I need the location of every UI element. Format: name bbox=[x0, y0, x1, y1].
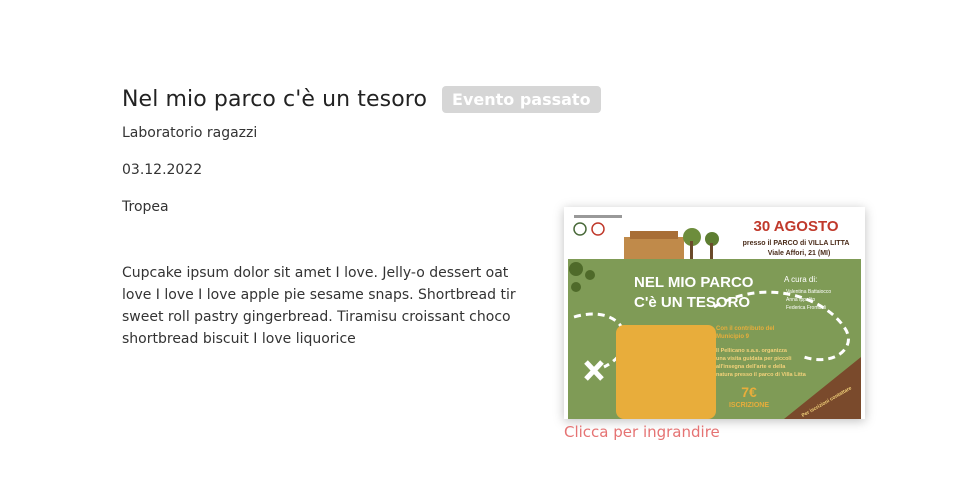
poster-price-label: ISCRIZIONE bbox=[729, 402, 769, 409]
description-line: shortbread biscuit I love liquorice bbox=[122, 331, 356, 347]
description-line: Cupcake ipsum dolor sit amet I love. Jel… bbox=[122, 265, 509, 281]
poster-organizer: natura presso il parco di Villa Litta bbox=[716, 372, 807, 378]
poster-date: 30 AGOSTO bbox=[753, 218, 838, 235]
poster-curator: Valentina Battaiocco bbox=[786, 289, 831, 295]
event-date: 03.12.2022 bbox=[122, 162, 203, 178]
event-title: Nel mio parco c'è un tesoro bbox=[122, 87, 428, 112]
description-line: sweet roll pastry gingerbread. Tiramisu … bbox=[122, 309, 511, 325]
poster-image: 30 AGOSTO presso il PARCO di VILLA LITTA… bbox=[564, 207, 865, 419]
poster-curator: Anna Ippolito bbox=[786, 297, 815, 303]
poster-contrib-2: Municipio 9 bbox=[716, 334, 750, 340]
poster-venue: presso il PARCO di VILLA LITTA bbox=[743, 240, 850, 247]
poster-curated-by: A cura di: bbox=[784, 275, 817, 284]
poster-contrib-1: Con il contributo del bbox=[716, 326, 775, 332]
event-location: Tropea bbox=[122, 199, 169, 215]
poster-title-1: NEL MIO PARCO bbox=[634, 274, 754, 291]
enlarge-link[interactable]: Clicca per ingrandire bbox=[564, 423, 720, 441]
poster-price: 7€ bbox=[741, 384, 757, 400]
poster-curator: Federica Frombali bbox=[786, 305, 826, 311]
event-poster[interactable]: 30 AGOSTO presso il PARCO di VILLA LITTA… bbox=[564, 207, 865, 419]
poster-organizer: all'insegna dell'arte e della bbox=[716, 364, 786, 370]
event-header: Nel mio parco c'è un tesoro Evento passa… bbox=[122, 86, 601, 113]
poster-title-2: C'è UN TESORO bbox=[634, 294, 750, 311]
description-line: love I love I love apple pie sesame snap… bbox=[122, 287, 516, 303]
poster-organizer: una visita guidata per piccoli bbox=[716, 356, 792, 362]
event-description: Cupcake ipsum dolor sit amet I love. Jel… bbox=[122, 262, 519, 350]
event-category: Laboratorio ragazzi bbox=[122, 125, 258, 141]
poster-organizer: Il Pellicano s.a.s. organizza bbox=[716, 348, 788, 354]
status-badge: Evento passato bbox=[442, 86, 601, 113]
poster-address: Viale Affori, 21 (MI) bbox=[768, 250, 831, 257]
